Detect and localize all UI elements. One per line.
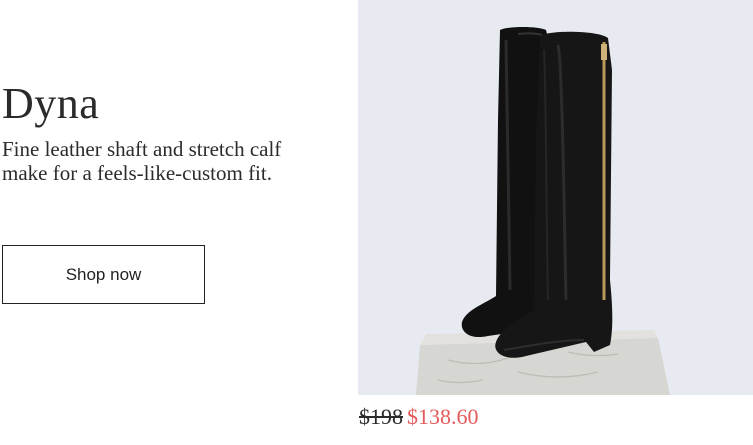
product-title: Dyna	[2, 79, 100, 128]
boot-photo-icon	[416, 27, 670, 395]
product-image[interactable]	[358, 0, 753, 395]
product-price: $198 $138.60	[359, 403, 479, 431]
product-info-panel: Dyna Fine leather shaft and stretch calf…	[0, 0, 358, 445]
shop-now-button[interactable]: Shop now	[2, 245, 205, 304]
sale-price: $138.60	[407, 404, 479, 429]
product-description: Fine leather shaft and stretch calf make…	[2, 137, 282, 185]
original-price: $198	[359, 404, 403, 429]
